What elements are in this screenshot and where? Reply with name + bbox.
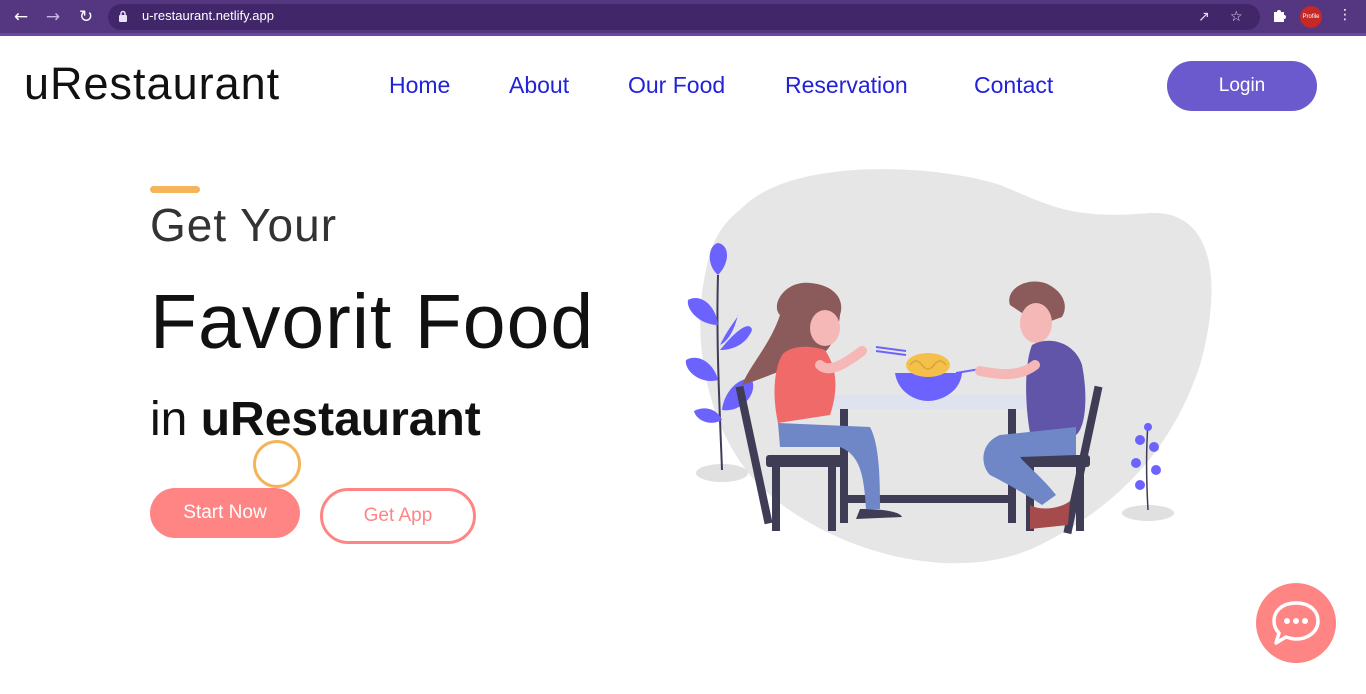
cursor-ring (253, 440, 301, 488)
avatar[interactable]: Profile (1300, 6, 1322, 28)
nav-about[interactable]: About (509, 72, 569, 99)
hero-line-1: Get Your (150, 199, 338, 251)
nav-home[interactable]: Home (389, 72, 450, 99)
site-logo[interactable]: uRestaurant (24, 58, 280, 110)
login-button[interactable]: Login (1167, 61, 1317, 111)
lock-icon (119, 10, 127, 22)
hero-brand: uRestaurant (200, 393, 481, 446)
back-icon[interactable]: ← (10, 6, 32, 28)
dining-couple-illustration (685, 169, 1212, 564)
get-app-button[interactable]: Get App (320, 488, 476, 544)
browser-toolbar: ← → ↻ u-restaurant.netlify.app ↗ ☆ Profi… (0, 0, 1366, 36)
chat-button[interactable] (1256, 583, 1336, 663)
url-text: u-restaurant.netlify.app (142, 8, 274, 23)
avatar-label: Profile (1302, 14, 1320, 20)
reload-icon[interactable]: ↻ (75, 6, 97, 28)
share-icon[interactable]: ↗ (1198, 8, 1210, 26)
address-bar[interactable]: u-restaurant.netlify.app ↗ ☆ (108, 4, 1260, 30)
start-now-button[interactable]: Start Now (150, 488, 300, 538)
chat-icon (1272, 601, 1320, 645)
accent-bar (150, 186, 200, 193)
nav-contact[interactable]: Contact (974, 72, 1053, 99)
puzzle-icon[interactable] (1271, 7, 1287, 23)
hero-line-3: in uRestaurant (150, 392, 481, 447)
star-icon[interactable]: ☆ (1230, 8, 1243, 26)
kebab-menu-icon[interactable]: ⋮ (1338, 7, 1352, 23)
hero-line-2: Favorit Food (150, 279, 595, 365)
hero-line-3-prefix: in (150, 393, 188, 446)
nav-reservation[interactable]: Reservation (785, 72, 908, 99)
forward-icon[interactable]: → (42, 6, 64, 28)
nav-our-food[interactable]: Our Food (628, 72, 725, 99)
